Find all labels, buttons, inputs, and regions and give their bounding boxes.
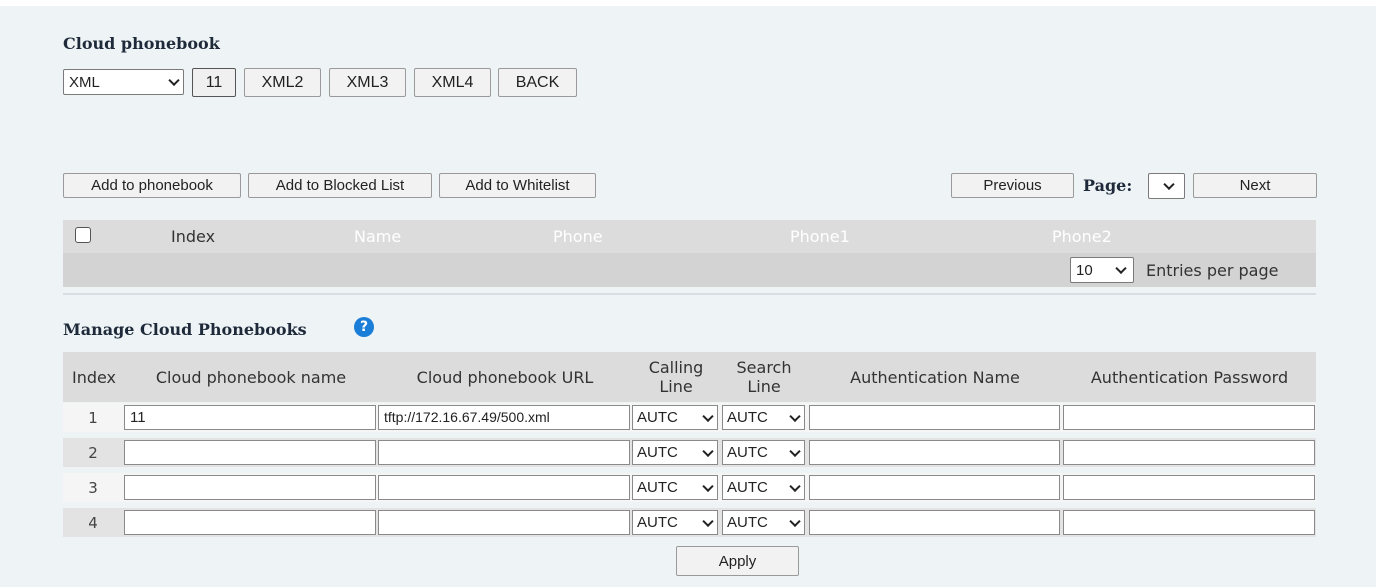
- search-line-select[interactable]: AUTC: [722, 475, 805, 500]
- add-to-blocked-list-button[interactable]: Add to Blocked List: [248, 173, 432, 198]
- authentication-name-input[interactable]: [809, 440, 1060, 465]
- help-icon[interactable]: ?: [354, 317, 374, 337]
- chevron-down-icon: [702, 480, 714, 492]
- calling-line-value: AUTC: [637, 514, 678, 531]
- chevron-down-icon: [702, 445, 714, 457]
- contacts-table-header: Index Name Phone Phone1 Phone2: [63, 220, 1316, 253]
- phonebook-name-input[interactable]: [124, 475, 376, 500]
- row-index: 4: [88, 514, 98, 532]
- section-divider: [63, 293, 1316, 295]
- phonebook-11-button[interactable]: 11: [192, 68, 236, 97]
- calling-line-value: AUTC: [637, 409, 678, 426]
- search-line-value: AUTC: [727, 409, 768, 426]
- calling-line-value: AUTC: [637, 479, 678, 496]
- chevron-down-icon: [702, 515, 714, 527]
- calling-line-select[interactable]: AUTC: [632, 440, 718, 465]
- search-line-value: AUTC: [727, 514, 768, 531]
- row-index: 2: [88, 444, 98, 462]
- chevron-down-icon: [168, 74, 180, 87]
- entries-value: 10: [1076, 261, 1093, 279]
- row-index: 3: [88, 479, 98, 497]
- entries-per-page-row: 10 Entries per page: [63, 253, 1316, 287]
- authentication-name-input[interactable]: [809, 510, 1060, 535]
- authentication-name-input[interactable]: [809, 405, 1060, 430]
- manage-table-header: Index Cloud phonebook name Cloud phonebo…: [63, 352, 1316, 402]
- authentication-password-input[interactable]: [1063, 440, 1315, 465]
- cloud-phonebook-title: Cloud phonebook: [63, 34, 220, 53]
- column-cloud-phonebook-name: Cloud phonebook name: [155, 368, 347, 387]
- column-search-line: Search Line: [721, 358, 807, 396]
- search-line-select[interactable]: AUTC: [722, 405, 805, 430]
- column-index: Index: [71, 368, 117, 387]
- phonebook-name-input[interactable]: [124, 440, 376, 465]
- apply-button[interactable]: Apply: [676, 546, 799, 576]
- calling-line-select[interactable]: AUTC: [632, 510, 718, 535]
- column-phone: Phone: [553, 227, 603, 246]
- chevron-down-icon: [789, 480, 801, 492]
- table-row: 4 AUTC AUTC: [63, 508, 1316, 537]
- search-line-label-1: Search: [736, 358, 792, 377]
- phonebook-url-input[interactable]: [378, 440, 630, 465]
- phonebook-name-input[interactable]: 11: [124, 405, 376, 430]
- phonebook-url-input[interactable]: [378, 510, 630, 535]
- entries-per-page-select[interactable]: 10: [1070, 257, 1134, 283]
- authentication-password-input[interactable]: [1063, 475, 1315, 500]
- table-row: 1 11 tftp://172.16.67.49/500.xml AUTC AU…: [63, 403, 1316, 432]
- page-label: Page:: [1083, 176, 1133, 195]
- back-button[interactable]: BACK: [498, 68, 577, 97]
- chevron-down-icon: [789, 445, 801, 457]
- phonebook-url-input[interactable]: tftp://172.16.67.49/500.xml: [378, 405, 630, 430]
- entries-per-page-label: Entries per page: [1146, 261, 1279, 280]
- table-row: 3 AUTC AUTC: [63, 473, 1316, 502]
- chevron-down-icon: [789, 515, 801, 527]
- calling-line-label-1: Calling: [648, 358, 704, 377]
- page-select[interactable]: [1148, 173, 1185, 199]
- column-phone2: Phone2: [1052, 227, 1112, 246]
- authentication-name-input[interactable]: [809, 475, 1060, 500]
- phonebook-url-input[interactable]: [378, 475, 630, 500]
- search-line-select[interactable]: AUTC: [722, 510, 805, 535]
- calling-line-select[interactable]: AUTC: [632, 475, 718, 500]
- phonebook-name-input[interactable]: [124, 510, 376, 535]
- chevron-down-icon: [702, 410, 714, 422]
- column-index: Index: [171, 227, 216, 246]
- column-name: Name: [354, 227, 402, 246]
- phonebook-xml3-button[interactable]: XML3: [329, 68, 406, 97]
- add-to-whitelist-button[interactable]: Add to Whitelist: [439, 173, 596, 198]
- next-button[interactable]: Next: [1193, 173, 1317, 198]
- calling-line-select[interactable]: AUTC: [632, 405, 718, 430]
- phonebook-type-select[interactable]: XML: [63, 69, 184, 95]
- calling-line-label-2: Line: [659, 377, 693, 396]
- phonebook-xml4-button[interactable]: XML4: [414, 68, 491, 97]
- column-authentication-password: Authentication Password: [1090, 368, 1289, 387]
- search-line-label-2: Line: [747, 377, 781, 396]
- table-row: 2 AUTC AUTC: [63, 438, 1316, 467]
- search-line-value: AUTC: [727, 479, 768, 496]
- previous-button[interactable]: Previous: [951, 173, 1074, 198]
- manage-cloud-phonebooks-title: Manage Cloud Phonebooks: [63, 320, 307, 339]
- search-line-select[interactable]: AUTC: [722, 440, 805, 465]
- authentication-password-input[interactable]: [1063, 510, 1315, 535]
- chevron-down-icon: [1163, 178, 1175, 191]
- column-cloud-phonebook-url: Cloud phonebook URL: [416, 368, 594, 387]
- row-index: 1: [88, 409, 98, 427]
- column-phone1: Phone1: [790, 227, 850, 246]
- column-calling-line: Calling Line: [633, 358, 719, 396]
- search-line-value: AUTC: [727, 444, 768, 461]
- calling-line-value: AUTC: [637, 444, 678, 461]
- phonebook-xml2-button[interactable]: XML2: [244, 68, 321, 97]
- authentication-password-input[interactable]: [1063, 405, 1315, 430]
- select-all-checkbox[interactable]: [75, 227, 91, 243]
- column-authentication-name: Authentication Name: [850, 368, 1020, 387]
- chevron-down-icon: [1115, 262, 1127, 275]
- chevron-down-icon: [789, 410, 801, 422]
- add-to-phonebook-button[interactable]: Add to phonebook: [63, 173, 241, 198]
- phonebook-type-value: XML: [69, 73, 100, 91]
